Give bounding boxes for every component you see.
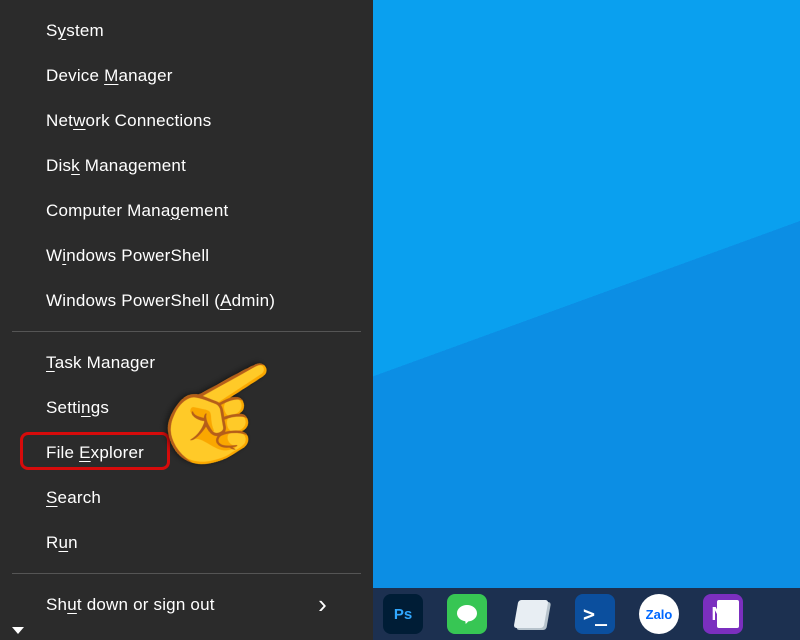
menu-item-label: Windows PowerShell (Admin) [46,291,275,311]
scroll-down-icon[interactable] [12,627,24,634]
taskbar-icon-zalo[interactable]: Zalo [639,594,679,634]
menu-item-label: Device Manager [46,66,173,86]
menu-item-label: File Explorer [46,443,144,463]
menu-item-label: Search [46,488,101,508]
chevron-right-icon: › [318,589,327,620]
powershell-icon: >_ [583,602,607,626]
menu-item-label: System [46,21,104,41]
menu-item-computer-management[interactable]: Computer Management [0,188,373,233]
menu-item-label: Disk Management [46,156,186,176]
menu-item-network-connections[interactable]: Network Connections [0,98,373,143]
taskbar-icon-powershell[interactable]: >_ [575,594,615,634]
menu-item-system[interactable]: System [0,8,373,53]
menu-item-device-manager[interactable]: Device Manager [0,53,373,98]
taskbar-icon-line[interactable] [447,594,487,634]
menu-item-label: Run [46,533,78,553]
menu-separator [12,331,361,332]
menu-item-label: Task Manager [46,353,155,373]
taskbar-icon-photoshop[interactable]: Ps [383,594,423,634]
menu-item-label: Network Connections [46,111,211,131]
taskbar-icon-document[interactable] [511,594,551,634]
taskbar: Ps >_ Zalo N [373,588,800,640]
menu-item-label: Computer Management [46,201,228,221]
menu-item-task-manager[interactable]: Task Manager [0,340,373,385]
menu-item-settings[interactable]: Settings [0,385,373,430]
onenote-n-icon: N [712,604,725,625]
menu-separator [12,573,361,574]
menu-item-label: Shut down or sign out [46,595,215,615]
document-icon [514,600,549,628]
power-user-menu: System Device Manager Network Connections D… [0,0,373,640]
menu-item-disk-management[interactable]: Disk Management [0,143,373,188]
menu-item-search[interactable]: Search [0,475,373,520]
line-app-icon [455,602,479,626]
menu-item-label: Windows PowerShell [46,246,209,266]
taskbar-icon-onenote[interactable]: N [703,594,743,634]
menu-item-shutdown[interactable]: Shut down or sign out › [0,582,373,627]
menu-item-file-explorer[interactable]: File Explorer [0,430,373,475]
menu-item-label: Settings [46,398,109,418]
menu-item-windows-powershell[interactable]: Windows PowerShell [0,233,373,278]
menu-item-windows-powershell-admin[interactable]: Windows PowerShell (Admin) [0,278,373,323]
menu-item-run[interactable]: Run [0,520,373,565]
